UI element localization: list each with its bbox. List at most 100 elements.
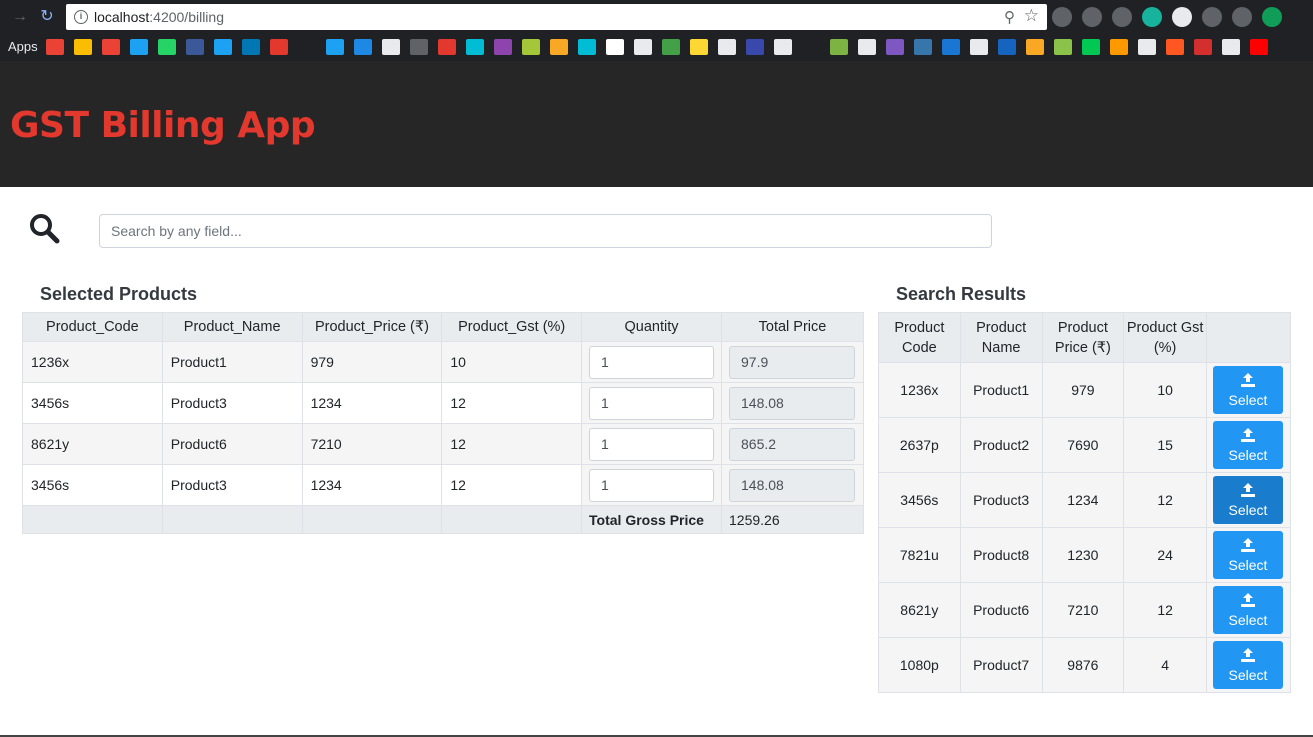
extension-icon[interactable] [1202,7,1222,27]
select-button-label: Select [1228,502,1268,518]
cell-price: 1234 [1041,472,1125,528]
info-icon[interactable]: i [74,10,88,24]
bookmark-star-icon[interactable]: ☆ [1024,6,1039,26]
table-header-row: Product Code Product Name Product Price … [878,312,1292,363]
total-price-field [729,386,855,420]
bookmark-icon[interactable] [1250,39,1268,55]
cell-gst: 10 [441,341,583,383]
bookmark-icon[interactable] [382,39,400,55]
bookmark-icon[interactable] [1138,39,1156,55]
browser-toolbar: → ↻ i localhost:4200/billing ⚲ ☆ [0,0,1313,34]
col-header-name[interactable]: Product_Name [161,312,303,342]
bookmark-icon[interactable] [886,39,904,55]
table-row: 3456s Product3 1234 12 [22,382,864,424]
bookmark-icon[interactable] [466,39,484,55]
reload-icon[interactable]: ↻ [37,7,57,27]
col-header-code[interactable]: Product_Code [22,312,163,342]
bookmark-icon[interactable] [746,39,764,55]
bookmark-icon[interactable] [578,39,596,55]
bookmark-icon[interactable] [858,39,876,55]
bookmark-icon[interactable] [718,39,736,55]
bookmark-icon[interactable] [186,39,204,55]
address-bar[interactable]: i localhost:4200/billing ⚲ ☆ [66,4,1047,30]
select-button[interactable]: Select [1212,586,1283,634]
col-header-price[interactable]: Product_Price (₹) [301,312,443,342]
select-button-label: Select [1228,557,1268,573]
apps-shortcut[interactable]: Apps [8,39,38,54]
quantity-input[interactable] [589,386,715,420]
bookmark-icon[interactable] [970,39,988,55]
col-header-name[interactable]: Product Name [959,312,1043,363]
bookmark-icon[interactable] [1166,39,1184,55]
bookmark-icon[interactable] [1054,39,1072,55]
empty-cell [22,505,163,534]
col-header-code[interactable]: Product Code [878,312,961,363]
extension-icon[interactable] [1082,7,1102,27]
bookmark-icon[interactable] [298,39,316,55]
cell-code: 1236x [22,341,163,383]
bookmark-icon[interactable] [326,39,344,55]
bookmark-icon[interactable] [130,39,148,55]
select-button[interactable]: Select [1212,476,1283,524]
col-header-gst[interactable]: Product Gst (%) [1123,312,1207,363]
bookmark-icon[interactable] [634,39,652,55]
extension-icon[interactable] [1052,7,1072,27]
bookmark-icon[interactable] [1110,39,1128,55]
select-button[interactable]: Select [1212,531,1283,579]
cell-total [721,341,864,383]
bookmark-icon[interactable] [522,39,540,55]
select-button[interactable]: Select [1212,366,1283,414]
total-price-field [729,427,855,461]
cell-action: Select [1205,527,1292,583]
col-header-quantity[interactable]: Quantity [581,312,722,342]
bookmark-icon[interactable] [914,39,932,55]
extension-icon[interactable] [1112,7,1132,27]
col-header-total[interactable]: Total Price [721,312,864,342]
bookmark-icon[interactable] [606,39,624,55]
bookmark-icon[interactable] [1026,39,1044,55]
bookmark-icon[interactable] [550,39,568,55]
bookmark-icon[interactable] [830,39,848,55]
bookmark-icon[interactable] [410,39,428,55]
bookmark-icon[interactable] [690,39,708,55]
bookmark-icon[interactable] [774,39,792,55]
quantity-input[interactable] [589,427,715,461]
back-arrow-icon[interactable]: → [10,7,30,27]
zoom-icon[interactable]: ⚲ [1004,8,1015,26]
quantity-input[interactable] [589,345,715,379]
cell-gst: 12 [1123,582,1207,638]
bookmark-icon[interactable] [998,39,1016,55]
cell-total [721,464,864,506]
bookmark-icon[interactable] [1082,39,1100,55]
bookmark-icon[interactable] [46,39,64,55]
cell-name: Product3 [959,472,1043,528]
bookmark-icon[interactable] [662,39,680,55]
bookmark-icon[interactable] [942,39,960,55]
extensions-bar [1052,7,1282,27]
bookmark-icon[interactable] [102,39,120,55]
bookmark-icon[interactable] [270,39,288,55]
bookmark-icon[interactable] [494,39,512,55]
extension-icon[interactable] [1172,7,1192,27]
bookmark-icon[interactable] [1194,39,1212,55]
bookmark-icon[interactable] [802,39,820,55]
bookmark-icon[interactable] [242,39,260,55]
bookmark-icon[interactable] [354,39,372,55]
search-input[interactable] [99,214,992,248]
col-header-price[interactable]: Product Price (₹) [1041,312,1125,363]
cell-price: 1234 [301,464,443,506]
extension-icon[interactable] [1142,7,1162,27]
bookmark-icon[interactable] [214,39,232,55]
cell-price: 1230 [1041,527,1125,583]
total-price-field [729,345,855,379]
select-button[interactable]: Select [1212,421,1283,469]
extension-icon[interactable] [1232,7,1252,27]
bookmark-icon[interactable] [74,39,92,55]
quantity-input[interactable] [589,468,715,502]
col-header-gst[interactable]: Product_Gst (%) [441,312,583,342]
bookmark-icon[interactable] [158,39,176,55]
bookmark-icon[interactable] [438,39,456,55]
bookmark-icon[interactable] [1222,39,1240,55]
select-button[interactable]: Select [1212,641,1283,689]
extension-icon[interactable] [1262,7,1282,27]
